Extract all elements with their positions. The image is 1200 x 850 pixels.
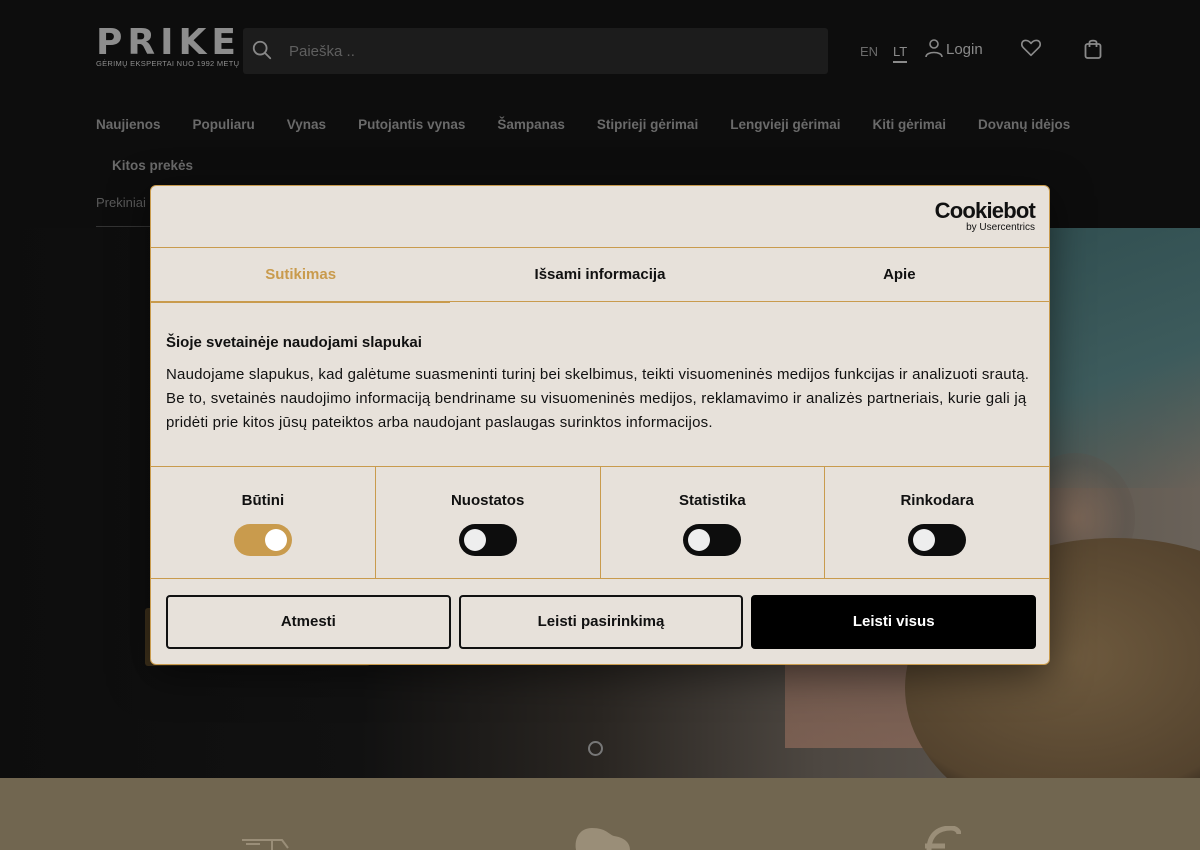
chat-bubble-icon [575, 828, 630, 850]
reject-button[interactable]: Atmesti [166, 595, 451, 649]
lang-lt-link[interactable]: LT [893, 44, 908, 63]
category-necessary: Būtini [151, 467, 376, 578]
login-label: Login [946, 41, 983, 58]
nav-item[interactable]: Šampanas [497, 117, 565, 132]
category-statistics: Statistika [601, 467, 826, 578]
consent-tabs: Sutikimas Išsami informacija Apie [151, 247, 1049, 303]
main-nav-row2: Kitos prekės [112, 157, 193, 175]
consent-body: Naudojame slapukus, kad galėtume suasmen… [166, 366, 1030, 431]
nav-item[interactable]: Kiti gėrimai [873, 117, 947, 132]
nav-item[interactable]: Naujienos [96, 117, 161, 132]
nav-item[interactable]: Vynas [287, 117, 326, 132]
nav-item[interactable]: Stiprieji gėrimai [597, 117, 698, 132]
shopping-bag-icon[interactable] [1083, 37, 1103, 61]
search-input[interactable] [289, 28, 809, 74]
tab-details[interactable]: Išsami informacija [450, 248, 749, 301]
category-label: Būtini [241, 492, 285, 509]
cookiebot-wordmark: Cookiebot [934, 198, 1036, 223]
category-label: Statistika [679, 492, 746, 509]
cookiebot-logo: Cookiebot by Usercentrics [934, 198, 1036, 233]
category-label: Rinkodara [900, 492, 974, 509]
nav-item[interactable]: Populiaru [193, 117, 255, 132]
carousel-dot[interactable] [588, 741, 603, 756]
logo-tagline: GĖRIMŲ EKSPERTAI NUO 1992 METŲ [96, 59, 240, 68]
search-icon[interactable] [251, 39, 273, 61]
heart-icon[interactable] [1019, 37, 1043, 59]
toggle-knob [264, 529, 287, 551]
logo[interactable]: PRIKE GĖRIMŲ EKSPERTAI NUO 1992 METŲ [96, 22, 241, 69]
allow-all-button[interactable]: Leisti visus [751, 595, 1037, 649]
brands-link[interactable]: Prekiniai [96, 195, 146, 210]
statistics-toggle[interactable] [683, 524, 742, 556]
allow-selection-button[interactable]: Leisti pasirinkimą [458, 595, 744, 649]
consent-categories: Būtini Nuostatos Statistika Rinkodara [151, 466, 1049, 579]
logo-wordmark: PRIKE [96, 22, 241, 63]
consent-content: Šioje svetainėje naudojami slapukai Naud… [166, 334, 1036, 435]
main-nav: Naujienos Populiaru Vynas Putojantis vyn… [96, 117, 1070, 132]
cookie-consent-dialog: Cookiebot by Usercentrics Sutikimas Išsa… [150, 185, 1050, 665]
consent-buttons: Atmesti Leisti pasirinkimą Leisti visus [166, 595, 1037, 649]
category-label: Nuostatos [450, 492, 525, 509]
nav-item[interactable]: Putojantis vynas [358, 117, 465, 132]
toggle-knob [688, 529, 711, 551]
tab-about[interactable]: Apie [750, 248, 1049, 301]
toggle-knob [463, 529, 486, 551]
toggle-knob [913, 529, 936, 551]
cookiebot-subtitle: by Usercentrics [966, 222, 1035, 233]
consent-title: Šioje svetainėje naudojami slapukai [166, 334, 422, 351]
nav-item[interactable]: Lengvieji gėrimai [730, 117, 840, 132]
search-bar [243, 28, 828, 74]
marketing-toggle[interactable] [908, 524, 967, 556]
necessary-toggle[interactable] [233, 524, 292, 556]
nav-item[interactable]: Dovanų idėjos [978, 117, 1070, 132]
delivery-truck-icon [242, 839, 289, 850]
divider [96, 226, 156, 227]
user-icon [925, 39, 943, 58]
preferences-toggle[interactable] [458, 524, 517, 556]
tab-consent[interactable]: Sutikimas [151, 248, 451, 303]
category-preferences: Nuostatos [376, 467, 601, 578]
lang-en-link[interactable]: EN [860, 44, 878, 59]
nav-item[interactable]: Kitos prekės [112, 158, 193, 173]
login-link[interactable]: Login [924, 38, 983, 58]
category-marketing: Rinkodara [825, 467, 1049, 578]
gift-icon [925, 826, 961, 850]
features-strip [0, 778, 1200, 850]
